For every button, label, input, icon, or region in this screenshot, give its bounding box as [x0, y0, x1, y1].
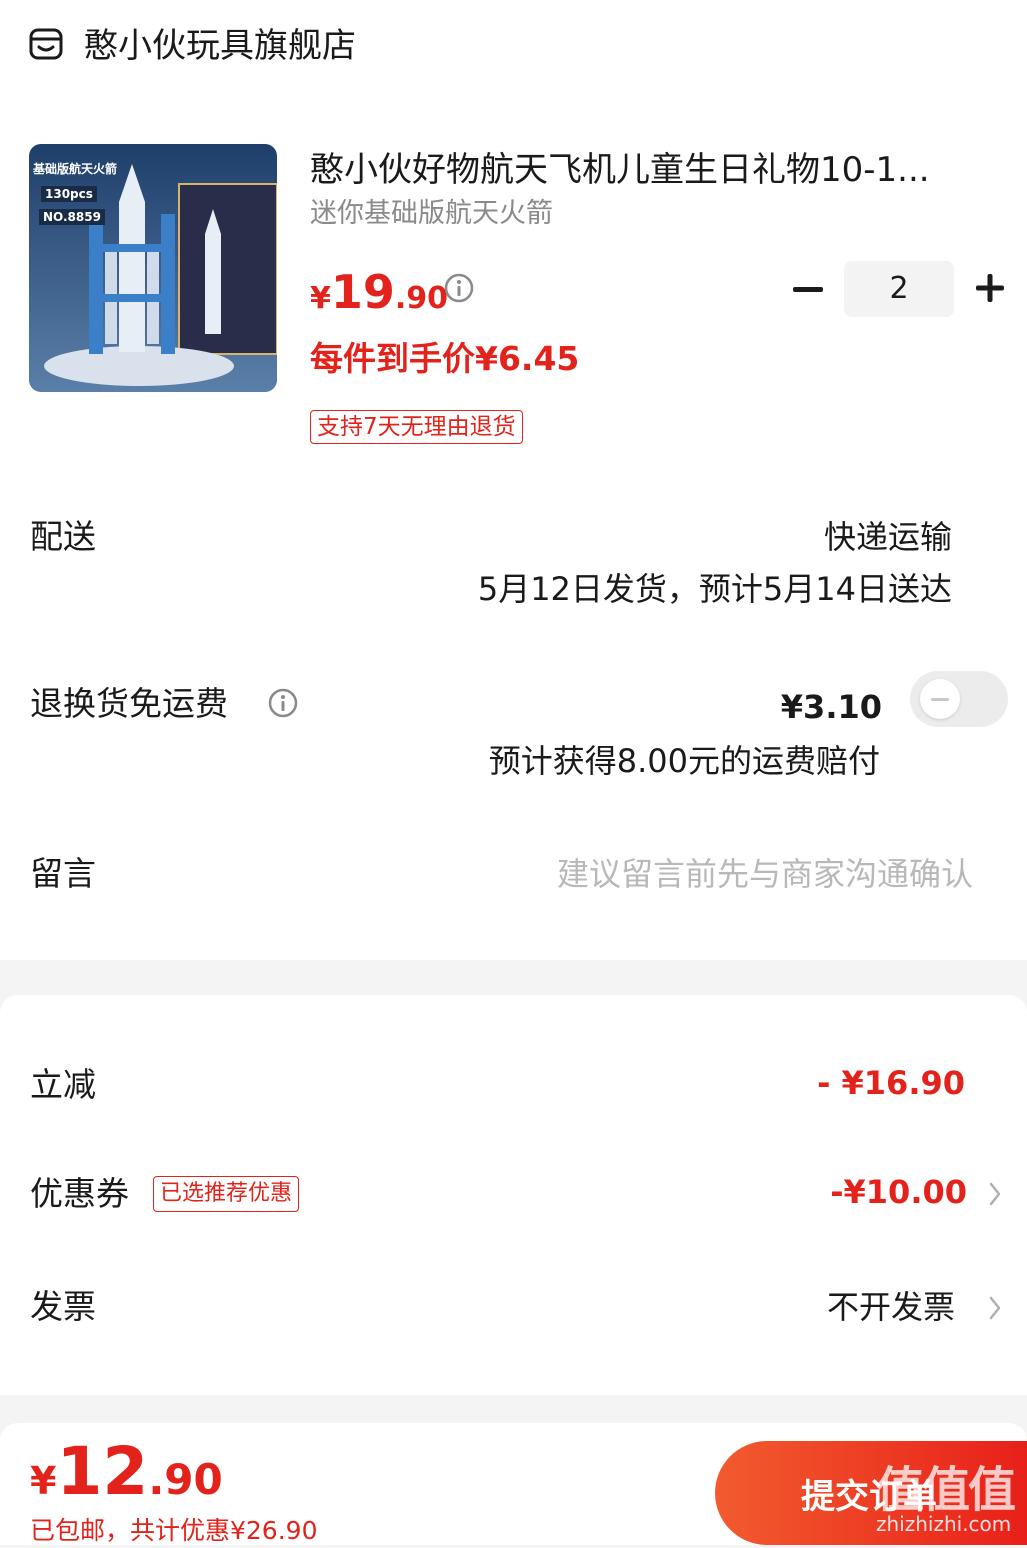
- product-image[interactable]: 基础版航天火箭 130pcs NO.8859: [29, 144, 277, 392]
- total-summary: 已包邮，共计优惠¥26.90: [30, 1516, 318, 1545]
- minus-icon: [793, 287, 823, 292]
- store-icon: [29, 28, 63, 60]
- product-title[interactable]: 憨小伙好物航天飞机儿童生日礼物10-1...: [310, 146, 1000, 194]
- return-shipping-label: 退换货免运费: [30, 684, 228, 723]
- plus-icon: [976, 274, 1004, 302]
- quantity-input[interactable]: 2: [844, 261, 954, 317]
- image-pieces-label: 130pcs: [41, 186, 97, 202]
- delivery-label: 配送: [30, 517, 96, 556]
- discount-value: - ¥16.90: [817, 1064, 965, 1102]
- unit-price: ¥19.90: [310, 262, 448, 333]
- watermark-logo: 值值值: [876, 1462, 1016, 1518]
- store-name[interactable]: 憨小伙玩具旗舰店: [84, 24, 356, 68]
- price-decimal: .90: [394, 281, 449, 316]
- invoice-label: 发票: [30, 1287, 96, 1326]
- delivery-method[interactable]: 快递运输: [824, 514, 952, 560]
- per-item-price: 每件到手价¥6.45: [310, 339, 580, 378]
- return-policy-badge: 支持7天无理由退货: [310, 410, 523, 444]
- invoice-value[interactable]: 不开发票: [827, 1284, 955, 1330]
- total-currency: ¥: [30, 1459, 57, 1503]
- return-shipping-info-icon[interactable]: [267, 687, 299, 719]
- image-edition-label: 基础版航天火箭: [33, 162, 118, 176]
- message-input[interactable]: 建议留言前先与商家沟通确认: [557, 851, 973, 897]
- watermark-url: zhizhizhi.com: [876, 1512, 1012, 1536]
- image-model-label: NO.8859: [39, 209, 105, 225]
- coupon-label: 优惠券: [30, 1174, 129, 1213]
- product-spec[interactable]: 迷你基础版航天火箭: [310, 196, 553, 232]
- total-decimal: .90: [148, 1455, 223, 1504]
- return-shipping-price: ¥3.10: [780, 688, 882, 726]
- delivery-schedule: 5月12日发货，预计5月14日送达: [477, 570, 952, 608]
- message-label: 留言: [30, 854, 96, 893]
- chevron-right-icon[interactable]: [985, 1290, 1005, 1326]
- price-currency: ¥: [310, 281, 331, 316]
- return-shipping-compensation: 预计获得8.00元的运费赔付: [488, 742, 880, 780]
- return-shipping-toggle[interactable]: [910, 671, 1008, 727]
- discount-label: 立减: [30, 1065, 96, 1104]
- chevron-right-icon[interactable]: [985, 1176, 1005, 1212]
- total-integer: 12: [56, 1433, 149, 1510]
- info-icon[interactable]: [443, 272, 475, 304]
- toggle-knob: [920, 679, 960, 719]
- coupon-value[interactable]: -¥10.00: [830, 1169, 967, 1215]
- coupon-recommended-badge: 已选推荐优惠: [153, 1176, 300, 1212]
- price-integer: 19: [330, 265, 395, 319]
- quantity-increase-button[interactable]: [968, 266, 1012, 310]
- quantity-decrease-button[interactable]: [786, 268, 830, 312]
